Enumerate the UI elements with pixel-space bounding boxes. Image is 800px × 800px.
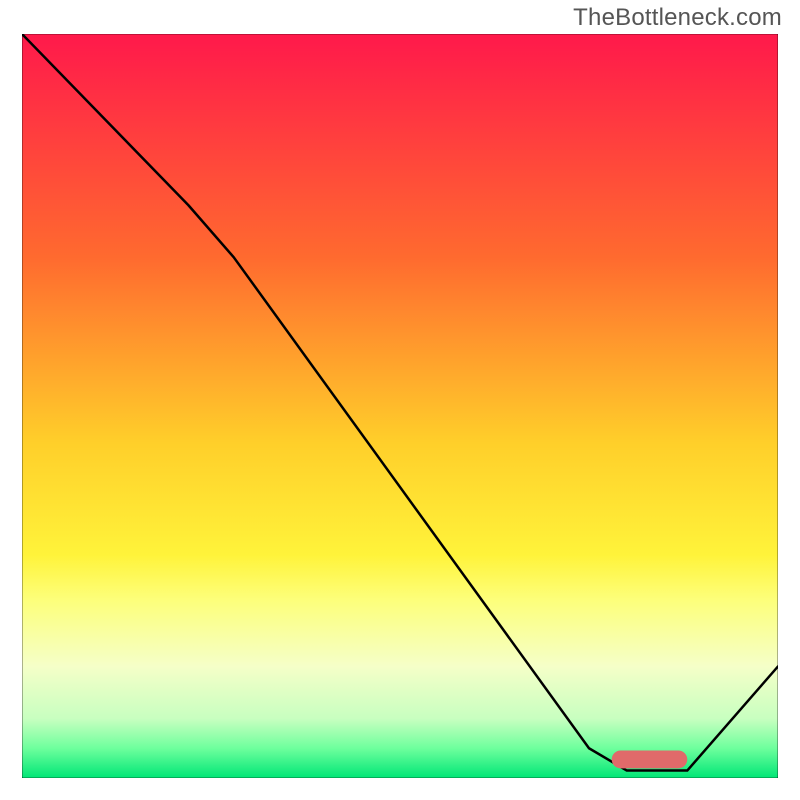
watermark-text: TheBottleneck.com xyxy=(573,4,782,32)
bottleneck-chart xyxy=(22,34,778,778)
gradient-fill xyxy=(22,34,778,778)
optimal-marker xyxy=(612,750,688,768)
chart-frame: TheBottleneck.com xyxy=(0,0,800,800)
plot-area xyxy=(22,34,778,778)
